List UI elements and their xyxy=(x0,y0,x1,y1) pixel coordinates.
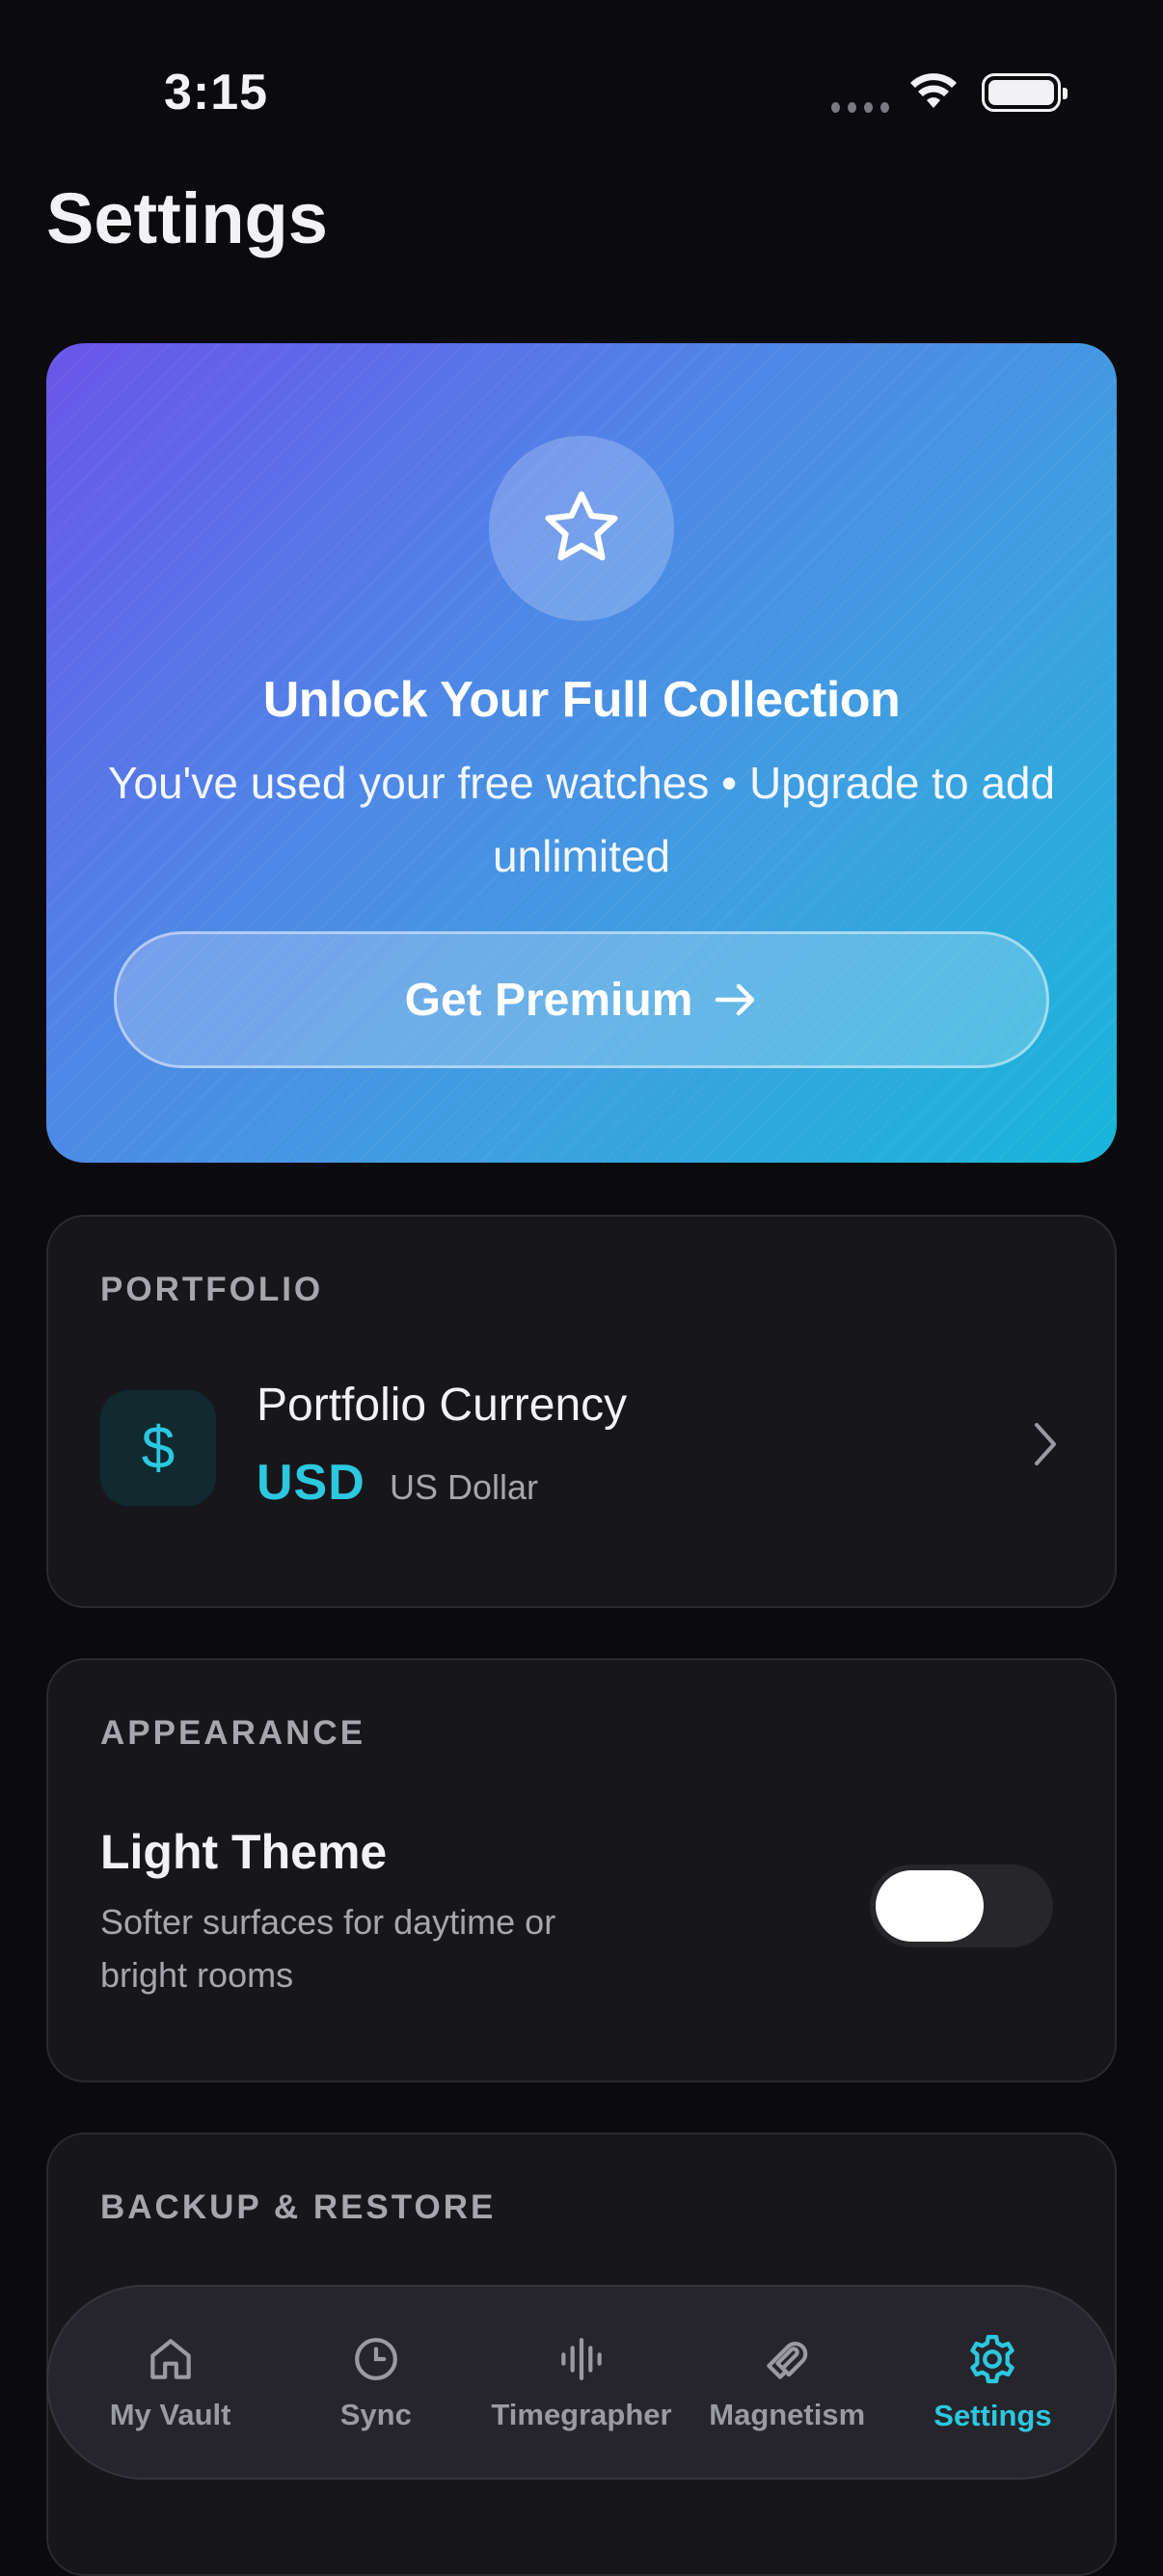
tab-label: Timegrapher xyxy=(491,2398,672,2431)
tab-bar: My Vault Sync Timegrapher Magnetism Sett… xyxy=(46,2285,1117,2480)
tab-sync[interactable]: Sync xyxy=(273,2332,478,2432)
premium-promo-card: Unlock Your Full Collection You've used … xyxy=(46,343,1117,1163)
light-theme-title: Light Theme xyxy=(100,1825,388,1879)
promo-subtitle: You've used your free watches • Upgrade … xyxy=(107,758,1056,881)
magnet-icon xyxy=(767,2341,808,2379)
portfolio-section: PORTFOLIO $ Portfolio Currency USD US Do… xyxy=(46,1215,1117,1608)
portfolio-currency-title: Portfolio Currency xyxy=(257,1380,628,1431)
waveform-icon xyxy=(561,2338,602,2380)
section-label-backup: BACKUP & RESTORE xyxy=(100,2188,497,2226)
tab-label: Settings xyxy=(933,2399,1052,2432)
star-icon xyxy=(489,436,674,621)
tab-label: Sync xyxy=(339,2398,412,2431)
tab-timegrapher[interactable]: Timegrapher xyxy=(478,2332,684,2432)
appearance-section: APPEARANCE Light Theme Softer surfaces f… xyxy=(46,1658,1117,2082)
wifi-icon xyxy=(910,73,957,108)
gear-icon xyxy=(970,2334,1015,2384)
tab-my-vault[interactable]: My Vault xyxy=(68,2332,273,2432)
tab-label: My Vault xyxy=(109,2398,231,2431)
light-theme-subtitle: Softer surfaces for daytime or bright ro… xyxy=(100,1902,556,1995)
tab-settings[interactable]: Settings xyxy=(890,2331,1095,2433)
tab-label: Magnetism xyxy=(709,2398,866,2431)
currency-code: USD xyxy=(257,1455,365,1511)
chevron-right-icon xyxy=(1035,1423,1056,1465)
arrow-right-icon xyxy=(716,983,755,1016)
get-premium-button[interactable]: Get Premium xyxy=(114,931,1049,1068)
status-time: 3:15 xyxy=(164,65,269,121)
toggle-knob xyxy=(876,1870,984,1942)
signal-icon xyxy=(831,102,889,113)
clock-icon xyxy=(354,2338,397,2380)
promo-title: Unlock Your Full Collection xyxy=(262,672,901,728)
tab-magnetism[interactable]: Magnetism xyxy=(685,2332,890,2432)
dollar-icon: $ xyxy=(100,1390,216,1506)
status-bar: 3:15 xyxy=(0,0,1163,193)
section-label-portfolio: PORTFOLIO xyxy=(100,1271,324,1308)
page-title: Settings xyxy=(46,178,328,258)
light-theme-toggle[interactable] xyxy=(870,1865,1053,1947)
currency-name: US Dollar xyxy=(390,1467,539,1507)
home-icon xyxy=(149,2339,191,2379)
battery-icon xyxy=(982,73,1068,112)
get-premium-label: Get Premium xyxy=(404,974,693,1026)
portfolio-currency-row[interactable]: $ Portfolio Currency USD US Dollar xyxy=(48,1352,1115,1544)
section-label-appearance: APPEARANCE xyxy=(100,1714,366,1752)
